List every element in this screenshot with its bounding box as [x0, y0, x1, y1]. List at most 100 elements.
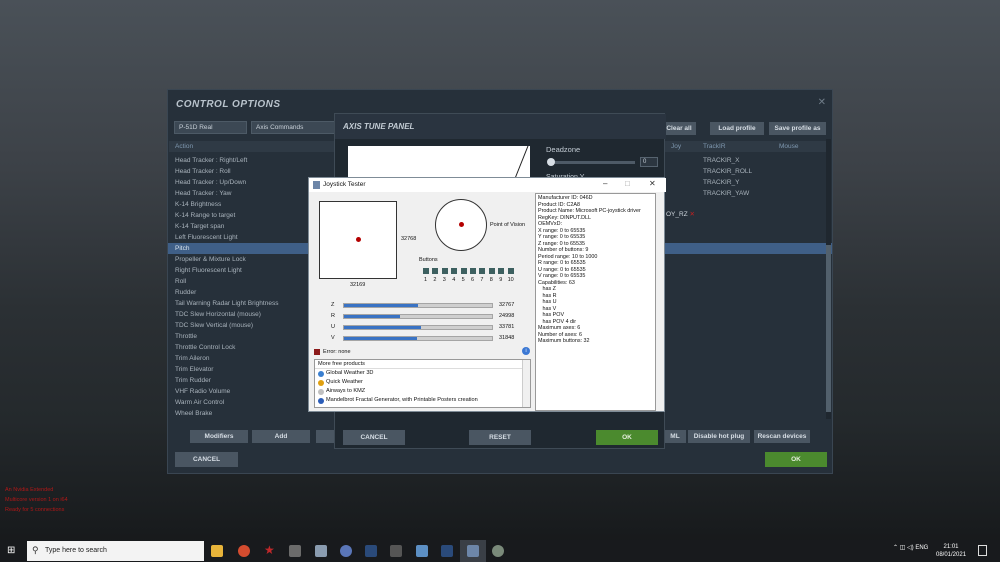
col-trackir[interactable]: TrackIR: [703, 143, 726, 150]
pov-label: Point of Vision: [490, 222, 526, 228]
button-number: 9: [499, 277, 503, 283]
ok-button[interactable]: OK: [596, 430, 658, 445]
axis-u-bar: [343, 325, 493, 330]
list-item[interactable]: Airways to KMZ: [315, 387, 530, 396]
products-list: More free products Global Weather 3D Qui…: [314, 359, 531, 408]
close-icon[interactable]: ✕: [818, 97, 826, 108]
axis-r-bar: [343, 314, 493, 319]
system-tray[interactable]: ⌃ ◫ ◁) ENG: [893, 544, 928, 551]
window-scrollbar[interactable]: [657, 193, 664, 411]
button-indicator: [441, 268, 448, 274]
deadzone-slider[interactable]: [549, 161, 635, 164]
maximize-icon[interactable]: □: [625, 179, 630, 188]
axis-value: 32767: [499, 302, 515, 308]
notification-icon[interactable]: [978, 545, 987, 556]
col-joy[interactable]: Joy: [671, 143, 681, 150]
search-icon: ⚲: [32, 545, 39, 555]
button-indicator: [507, 268, 514, 274]
buttons-grid: 1 2 3 4 5 6 7 8 9 10: [423, 268, 523, 286]
close-icon[interactable]: ✕: [649, 179, 656, 188]
clock[interactable]: 21:01 08/01/2021: [936, 543, 966, 559]
panel-footer: CANCEL RESET OK: [335, 420, 666, 450]
search-box[interactable]: ⚲ Type here to search: [27, 541, 204, 561]
button-indicator: [488, 268, 495, 274]
info-line: Product Name: Microsoft PC-joystick driv…: [538, 208, 641, 214]
products-scrollbar[interactable]: [522, 360, 530, 407]
save-profile-button[interactable]: Save profile as: [769, 122, 826, 135]
reset-button[interactable]: RESET: [469, 430, 531, 445]
conflict-icon: ✕: [687, 211, 695, 218]
fractal-icon: [318, 397, 324, 404]
windows-start-icon[interactable]: ⊞: [7, 545, 15, 556]
joy-cell[interactable]: OY_RZ ✕: [666, 210, 695, 218]
file-explorer-icon[interactable]: [211, 545, 223, 557]
axis-v-bar: [343, 336, 493, 341]
star-icon[interactable]: ★: [264, 543, 276, 557]
cancel-button[interactable]: CANCEL: [343, 430, 405, 445]
trackir-cell[interactable]: TRACKIR_YAW: [703, 188, 763, 199]
trackir-cell[interactable]: TRACKIR_ROLL: [703, 166, 763, 177]
button-indicator: [470, 268, 476, 274]
modifiers-button[interactable]: Modifiers: [190, 430, 248, 443]
clear-all-button[interactable]: Clear all: [662, 122, 696, 135]
add-button[interactable]: Add: [252, 430, 310, 443]
xy-position-box: [319, 201, 397, 279]
col-mouse[interactable]: Mouse: [779, 143, 799, 150]
hidden-button[interactable]: [316, 430, 336, 443]
joystick-tester-icon[interactable]: [467, 545, 479, 557]
cancel-button[interactable]: CANCEL: [175, 452, 238, 467]
sun-icon: [318, 379, 324, 386]
button-indicator: [423, 268, 429, 274]
overlay-line: An Nvidia Extended: [5, 487, 54, 493]
list-item[interactable]: Head Tracker : Roll: [175, 166, 335, 177]
dcs-icon[interactable]: [365, 545, 377, 557]
joystick-icon: [313, 181, 320, 189]
load-profile-button[interactable]: Load profile: [710, 122, 764, 135]
joystick-tester-window: Joystick Tester – □ ✕ 32768 32169 Point …: [308, 177, 666, 412]
trackir-cell[interactable]: TRACKIR_Y: [703, 177, 763, 188]
axis-name: U: [331, 324, 335, 330]
bar-fill: [344, 326, 421, 329]
deadzone-value-field[interactable]: 0: [640, 157, 658, 167]
app-icon[interactable]: [340, 545, 352, 557]
list-item[interactable]: Global Weather 3D: [315, 369, 530, 378]
button-number: 3: [442, 277, 446, 283]
y-axis-value: 32768: [401, 236, 417, 242]
col-action[interactable]: Action: [175, 143, 193, 150]
app-icon[interactable]: [289, 545, 301, 557]
ok-button[interactable]: OK: [765, 452, 827, 467]
chrome-icon[interactable]: [238, 545, 250, 557]
plane-icon: [318, 388, 324, 395]
axis-value: 31848: [499, 335, 515, 341]
axis-name: Z: [331, 302, 335, 308]
scrollbar-thumb[interactable]: [826, 245, 831, 412]
search-placeholder: Type here to search: [45, 547, 107, 554]
error-indicator: [314, 349, 320, 355]
app-icon[interactable]: [390, 545, 402, 557]
panel-title: AXIS TUNE PANEL: [343, 122, 415, 131]
trackir-cell[interactable]: TRACKIR_X: [703, 155, 763, 166]
minimize-icon[interactable]: –: [603, 179, 607, 188]
rescan-devices-button[interactable]: Rescan devices: [754, 430, 810, 443]
info-icon[interactable]: i: [522, 347, 530, 355]
category-select[interactable]: Axis Commands: [251, 121, 341, 134]
aircraft-select[interactable]: P-51D Real: [174, 121, 247, 134]
app-icon[interactable]: [315, 545, 327, 557]
button-number: 1: [424, 277, 428, 283]
list-header: More free products: [315, 360, 530, 369]
dcs-icon[interactable]: [441, 545, 453, 557]
pov-indicator: [435, 199, 487, 251]
list-item[interactable]: Head Tracker : Right/Left: [175, 155, 335, 166]
app-icon[interactable]: [416, 545, 428, 557]
button-number: 10: [507, 277, 514, 283]
ml-button[interactable]: ML: [664, 430, 686, 443]
list-item[interactable]: Mandelbrot Fractal Generator, with Print…: [315, 396, 530, 405]
bar-fill: [344, 315, 401, 318]
app-icon[interactable]: [492, 545, 504, 557]
overlay-line: Ready for 5 connections: [5, 507, 65, 513]
deadzone-slider-handle[interactable]: [547, 158, 555, 166]
date: 08/01/2021: [936, 552, 967, 558]
axis-bars: Z 32767 R 24998 U 33781 V 31848: [331, 302, 531, 348]
list-item[interactable]: Quick Weather: [315, 378, 530, 387]
disable-hot-plug-button[interactable]: Disable hot plug: [688, 430, 750, 443]
